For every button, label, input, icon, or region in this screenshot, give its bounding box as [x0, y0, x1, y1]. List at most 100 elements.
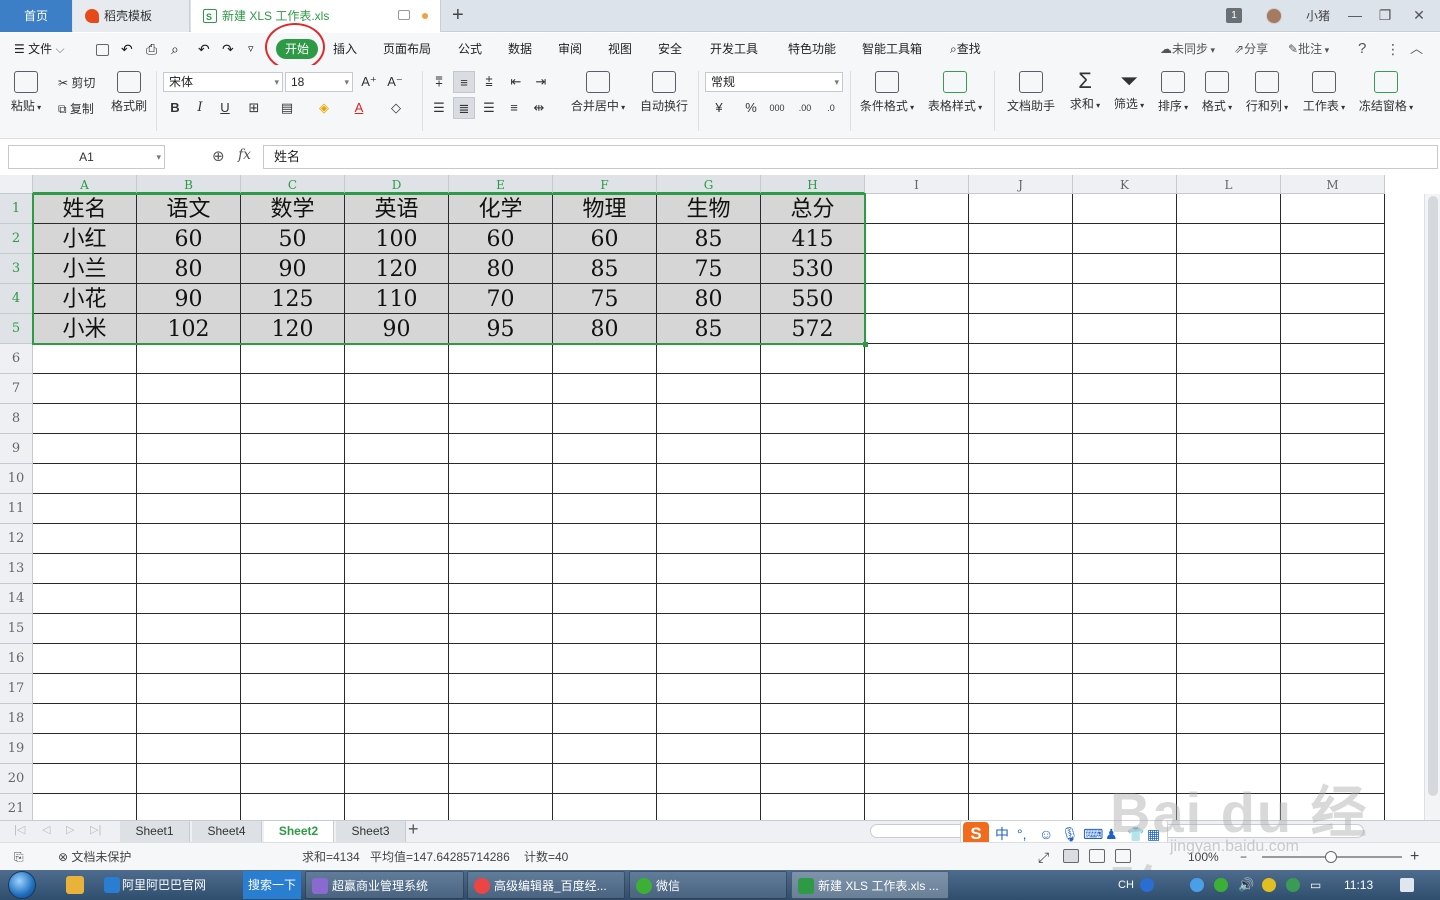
- empty-cell[interactable]: [345, 674, 449, 704]
- empty-cell[interactable]: [969, 644, 1073, 674]
- empty-cell[interactable]: [1281, 404, 1385, 434]
- empty-cell[interactable]: [865, 374, 969, 404]
- empty-cell[interactable]: [969, 194, 1073, 224]
- empty-cell[interactable]: [345, 524, 449, 554]
- empty-cell[interactable]: [449, 464, 553, 494]
- empty-cell[interactable]: [137, 704, 241, 734]
- table-cell[interactable]: 120: [345, 254, 449, 284]
- empty-cell[interactable]: [241, 344, 345, 374]
- empty-cell[interactable]: [553, 374, 657, 404]
- empty-cell[interactable]: [137, 524, 241, 554]
- empty-cell[interactable]: [969, 794, 1073, 820]
- collapse-ribbon-icon[interactable]: ︿: [1410, 33, 1423, 65]
- conditional-format-button[interactable]: 条件格式 ▾: [856, 65, 918, 114]
- empty-cell[interactable]: [657, 584, 761, 614]
- increase-font-icon[interactable]: A⁺: [358, 71, 380, 93]
- empty-cell[interactable]: [1177, 434, 1281, 464]
- empty-cell[interactable]: [761, 644, 865, 674]
- font-color-icon[interactable]: A: [348, 97, 370, 119]
- empty-cell[interactable]: [969, 494, 1073, 524]
- help-icon[interactable]: ?: [1358, 33, 1366, 65]
- clock[interactable]: 11:13: [1344, 870, 1373, 900]
- empty-cell[interactable]: [657, 764, 761, 794]
- column-header-g[interactable]: G: [657, 175, 761, 194]
- menu-data[interactable]: 数据: [508, 33, 532, 65]
- empty-cell[interactable]: [1177, 254, 1281, 284]
- empty-cell[interactable]: [33, 374, 137, 404]
- network-icon[interactable]: ▭: [1310, 870, 1321, 900]
- row-header-17[interactable]: 17: [0, 674, 33, 704]
- empty-cell[interactable]: [553, 644, 657, 674]
- share-button[interactable]: ⇗分享: [1234, 33, 1268, 65]
- task-business-system[interactable]: 超赢商业管理系统: [305, 871, 464, 899]
- sheet-tab-3[interactable]: Sheet3: [336, 821, 406, 842]
- empty-cell[interactable]: [969, 764, 1073, 794]
- empty-cell[interactable]: [137, 794, 241, 820]
- table-cell[interactable]: 95: [449, 314, 553, 344]
- empty-cell[interactable]: [345, 554, 449, 584]
- empty-cell[interactable]: [1073, 644, 1177, 674]
- table-cell[interactable]: 数学: [241, 194, 345, 224]
- empty-cell[interactable]: [761, 764, 865, 794]
- empty-cell[interactable]: [241, 554, 345, 584]
- table-cell[interactable]: 125: [241, 284, 345, 314]
- empty-cell[interactable]: [345, 734, 449, 764]
- tab-home[interactable]: 首页: [0, 0, 72, 32]
- table-cell[interactable]: 90: [137, 284, 241, 314]
- empty-cell[interactable]: [657, 374, 761, 404]
- sheet-tab-1[interactable]: Sheet1: [120, 821, 190, 842]
- empty-cell[interactable]: [553, 764, 657, 794]
- undo-history-icon[interactable]: ↶: [121, 33, 133, 65]
- empty-cell[interactable]: [449, 344, 553, 374]
- underline-button[interactable]: U: [214, 97, 236, 119]
- empty-cell[interactable]: [657, 554, 761, 584]
- table-cell[interactable]: 75: [553, 284, 657, 314]
- keyboard-icon[interactable]: ⌨: [1083, 824, 1103, 844]
- empty-cell[interactable]: [1073, 524, 1177, 554]
- table-cell[interactable]: 小红: [33, 224, 137, 254]
- more-icon[interactable]: ⋮: [1386, 33, 1400, 65]
- normal-view-icon[interactable]: [1063, 849, 1079, 863]
- sheet-list-icon[interactable]: ⎘: [14, 843, 24, 871]
- number-format-select[interactable]: 常规: [705, 72, 843, 92]
- function-icon[interactable]: fx: [238, 147, 251, 163]
- empty-cell[interactable]: [969, 584, 1073, 614]
- row-header-20[interactable]: 20: [0, 764, 33, 794]
- column-header-l[interactable]: L: [1177, 175, 1281, 194]
- table-cell[interactable]: 120: [241, 314, 345, 344]
- empty-cell[interactable]: [553, 584, 657, 614]
- empty-cell[interactable]: [345, 704, 449, 734]
- empty-cell[interactable]: [1177, 524, 1281, 554]
- empty-cell[interactable]: [33, 704, 137, 734]
- count-status[interactable]: 计数=40: [524, 843, 568, 871]
- search-button[interactable]: 搜索一下: [243, 871, 301, 899]
- column-header-f[interactable]: F: [553, 175, 657, 194]
- empty-cell[interactable]: [449, 584, 553, 614]
- empty-cell[interactable]: [865, 734, 969, 764]
- empty-cell[interactable]: [1073, 554, 1177, 584]
- row-header-15[interactable]: 15: [0, 614, 33, 644]
- empty-cell[interactable]: [241, 524, 345, 554]
- empty-cell[interactable]: [33, 554, 137, 584]
- empty-cell[interactable]: [1281, 254, 1385, 284]
- table-cell[interactable]: 生物: [657, 194, 761, 224]
- empty-cell[interactable]: [1177, 584, 1281, 614]
- last-sheet-icon[interactable]: ▷|: [90, 823, 101, 836]
- quicklaunch-icon[interactable]: [66, 876, 84, 894]
- tab-preview-icon[interactable]: [398, 10, 410, 20]
- empty-cell[interactable]: [657, 494, 761, 524]
- table-cell[interactable]: 60: [553, 224, 657, 254]
- empty-cell[interactable]: [657, 674, 761, 704]
- freeze-panes-button[interactable]: 冻结窗格 ▾: [1354, 65, 1418, 114]
- font-name-select[interactable]: 宋体: [163, 72, 283, 92]
- table-cell[interactable]: 英语: [345, 194, 449, 224]
- distributed-icon[interactable]: ⇹: [528, 97, 550, 119]
- empty-cell[interactable]: [241, 644, 345, 674]
- empty-cell[interactable]: [33, 404, 137, 434]
- empty-cell[interactable]: [1073, 464, 1177, 494]
- empty-cell[interactable]: [969, 404, 1073, 434]
- print-preview-icon[interactable]: ⌕: [171, 33, 179, 65]
- empty-cell[interactable]: [865, 314, 969, 344]
- table-cell[interactable]: 70: [449, 284, 553, 314]
- punctuation-icon[interactable]: °,: [1017, 824, 1027, 844]
